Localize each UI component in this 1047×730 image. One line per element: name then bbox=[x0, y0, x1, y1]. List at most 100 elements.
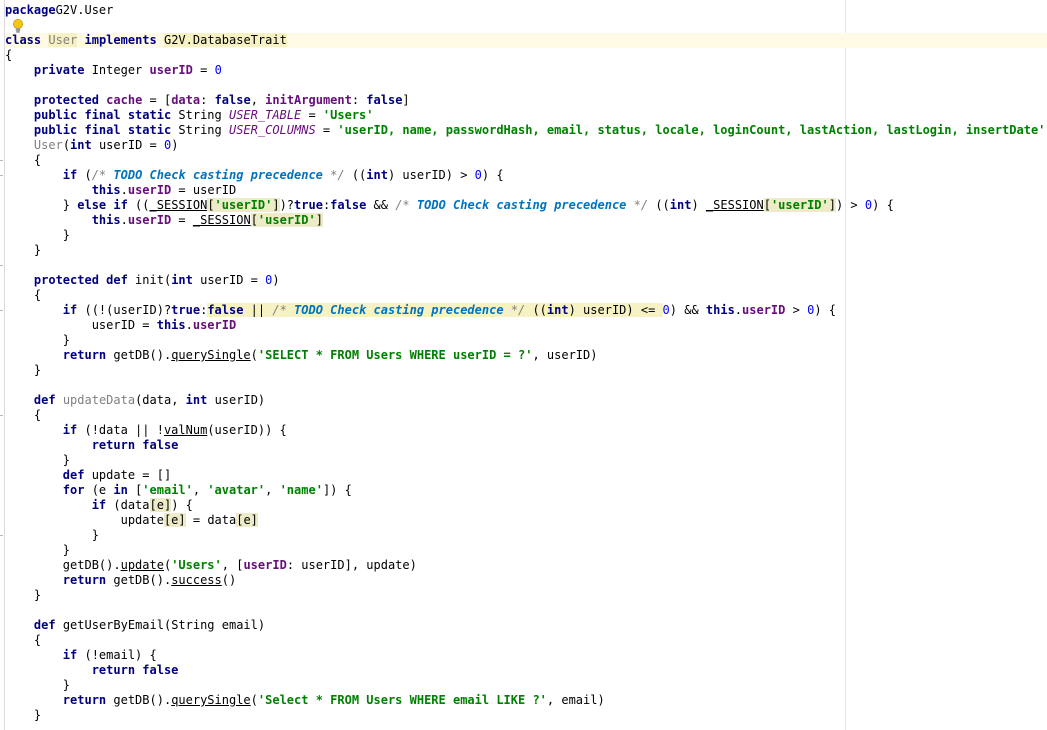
code-token: (!data || ! bbox=[77, 423, 164, 437]
code-line[interactable]: } bbox=[5, 243, 1047, 258]
code-line[interactable]: class User implements G2V.DatabaseTrait bbox=[5, 33, 1047, 48]
code-line[interactable]: def getUserByEmail(String email) bbox=[5, 618, 1047, 633]
code-line[interactable]: } bbox=[5, 528, 1047, 543]
code-line[interactable]: getDB().update('Users', [userID: userID]… bbox=[5, 558, 1047, 573]
code-token: */ bbox=[503, 303, 526, 317]
code-line[interactable]: } bbox=[5, 543, 1047, 558]
code-line[interactable] bbox=[5, 378, 1047, 393]
code-line[interactable] bbox=[5, 18, 1047, 33]
code-line[interactable]: if (!data || !valNum(userID)) { bbox=[5, 423, 1047, 438]
code-line[interactable] bbox=[5, 78, 1047, 93]
code-token: int bbox=[70, 138, 92, 152]
code-token: ] bbox=[272, 198, 280, 212]
code-line[interactable]: this.userID = _SESSION['userID'] bbox=[5, 213, 1047, 228]
code-line[interactable]: update[e] = data[e] bbox=[5, 513, 1047, 528]
code-token: def bbox=[33, 393, 56, 407]
code-line[interactable]: } else if ((_SESSION['userID'])?true:fal… bbox=[5, 198, 1047, 213]
code-line[interactable]: def update = [] bbox=[5, 468, 1047, 483]
code-line[interactable]: for (e in ['email', 'avatar', 'name']) { bbox=[5, 483, 1047, 498]
code-token: this bbox=[91, 183, 121, 197]
code-token: userID = bbox=[192, 273, 266, 287]
code-line[interactable]: protected cache = [data: false, initArgu… bbox=[5, 93, 1047, 108]
code-token: || bbox=[243, 303, 273, 317]
code-line[interactable]: } bbox=[5, 333, 1047, 348]
code-token: def bbox=[33, 618, 56, 632]
code-line[interactable]: } bbox=[5, 588, 1047, 603]
code-line[interactable]: private Integer userID = 0 bbox=[5, 63, 1047, 78]
code-line[interactable]: return false bbox=[5, 663, 1047, 678]
code-token: . bbox=[734, 303, 743, 317]
code-token: int bbox=[366, 168, 388, 182]
code-line[interactable]: } bbox=[5, 678, 1047, 693]
code-token: { bbox=[5, 48, 13, 62]
code-editor[interactable]: packageG2V.User class User implements G2V… bbox=[0, 0, 1047, 730]
code-line[interactable]: } bbox=[5, 228, 1047, 243]
code-token: int bbox=[669, 198, 692, 212]
code-line[interactable]: { bbox=[5, 153, 1047, 168]
lightbulb-icon[interactable] bbox=[12, 18, 24, 34]
code-line[interactable]: protected def init(int userID = 0) bbox=[5, 273, 1047, 288]
code-line[interactable]: this.userID = userID bbox=[5, 183, 1047, 198]
code-line[interactable]: public final static String USER_COLUMNS … bbox=[5, 123, 1047, 138]
code-token: true bbox=[294, 198, 323, 212]
code-token: { bbox=[5, 288, 42, 302]
code-token: = bbox=[301, 108, 323, 122]
code-token: int bbox=[546, 303, 569, 317]
code-line[interactable]: } bbox=[5, 453, 1047, 468]
code-token: [ bbox=[763, 198, 771, 212]
code-line[interactable]: { bbox=[5, 633, 1047, 648]
code-line[interactable]: { bbox=[5, 48, 1047, 63]
code-line[interactable]: return getDB().querySingle('Select * FRO… bbox=[5, 693, 1047, 708]
code-line[interactable]: { bbox=[5, 408, 1047, 423]
code-line[interactable]: userID = this.userID bbox=[5, 318, 1047, 333]
code-line[interactable]: if (/* TODO Check casting precedence */ … bbox=[5, 168, 1047, 183]
code-token: return false bbox=[91, 438, 179, 452]
code-line[interactable]: return false bbox=[5, 438, 1047, 453]
code-token: [ bbox=[127, 483, 143, 497]
code-token: if bbox=[62, 648, 78, 662]
code-line[interactable]: if ((!(userID)?true:false || /* TODO Che… bbox=[5, 303, 1047, 318]
code-token: = data bbox=[185, 513, 237, 527]
code-content[interactable]: packageG2V.User class User implements G2V… bbox=[5, 3, 1047, 723]
code-line[interactable]: public final static String USER_TABLE = … bbox=[5, 108, 1047, 123]
code-line[interactable]: { bbox=[5, 288, 1047, 303]
code-token: def bbox=[62, 468, 85, 482]
code-token: = bbox=[171, 213, 193, 227]
code-line[interactable]: def updateData(data, int userID) bbox=[5, 393, 1047, 408]
code-line[interactable]: return getDB().success() bbox=[5, 573, 1047, 588]
code-line[interactable] bbox=[5, 258, 1047, 273]
code-token: userID bbox=[127, 213, 172, 227]
code-line[interactable]: } bbox=[5, 363, 1047, 378]
code-line[interactable]: User(int userID = 0) bbox=[5, 138, 1047, 153]
code-line[interactable]: if (data[e]) { bbox=[5, 498, 1047, 513]
code-token: */ bbox=[626, 198, 649, 212]
code-token: return bbox=[62, 693, 107, 707]
code-line[interactable]: if (!email) { bbox=[5, 648, 1047, 663]
code-token: [ bbox=[207, 198, 215, 212]
code-token: getDB(). bbox=[5, 558, 121, 572]
code-token: class bbox=[5, 33, 42, 47]
code-token: USER_COLUMNS bbox=[228, 123, 316, 137]
code-line[interactable]: } bbox=[5, 708, 1047, 723]
code-token: if bbox=[91, 498, 107, 512]
code-token: false bbox=[366, 93, 403, 107]
code-token: return false bbox=[91, 663, 179, 677]
code-token: package bbox=[5, 3, 56, 17]
code-token: 0 bbox=[214, 63, 222, 77]
code-token: /* bbox=[395, 198, 417, 212]
code-token: ]) { bbox=[322, 483, 352, 497]
code-token: 'email' bbox=[142, 483, 193, 497]
code-token: false bbox=[330, 198, 367, 212]
code-token: } bbox=[5, 243, 42, 257]
code-token: userID) bbox=[207, 393, 266, 407]
code-token: userID bbox=[127, 183, 172, 197]
code-line[interactable]: packageG2V.User bbox=[5, 3, 1047, 18]
code-line[interactable]: return getDB().querySingle('SELECT * FRO… bbox=[5, 348, 1047, 363]
gutter-marker bbox=[0, 310, 3, 311]
code-token: in bbox=[113, 483, 128, 497]
code-line[interactable] bbox=[5, 603, 1047, 618]
code-token: else if bbox=[77, 198, 128, 212]
code-token: userID bbox=[192, 318, 237, 332]
